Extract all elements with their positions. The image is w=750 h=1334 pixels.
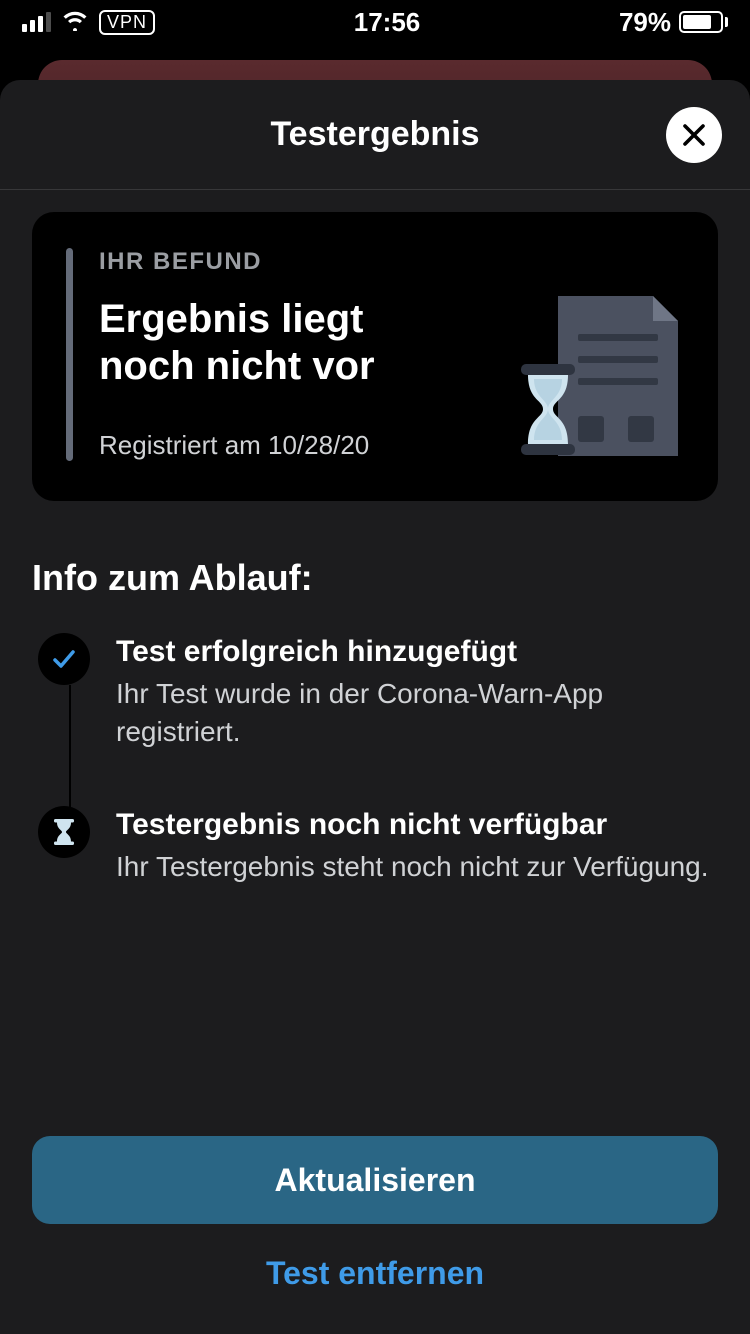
sheet-title: Testergebnis: [270, 115, 479, 154]
status-time: 17:56: [354, 7, 421, 38]
battery-percent: 79%: [619, 7, 671, 38]
step-item: Testergebnis noch nicht verfügbar Ihr Te…: [38, 806, 718, 905]
wifi-icon: [61, 7, 89, 38]
status-accent-bar: [66, 248, 73, 461]
hourglass-icon: [52, 818, 76, 846]
battery-icon: [679, 11, 728, 33]
status-headline: Ergebnis liegt noch nicht vor: [99, 296, 459, 390]
status-registered-date: Registriert am 10/28/20: [99, 430, 492, 461]
step-item: Test erfolgreich hinzugefügt Ihr Test wu…: [38, 633, 718, 806]
step-connector: [69, 685, 71, 810]
cellular-icon: [22, 12, 51, 32]
close-icon: [681, 122, 707, 148]
step-bullet: [38, 806, 90, 858]
step-body: Ihr Testergebnis steht noch nicht zur Ve…: [116, 848, 709, 886]
sheet-footer: Aktualisieren Test entfernen: [0, 1122, 750, 1334]
check-icon: [50, 645, 78, 673]
step-body: Ihr Test wurde in der Corona-Warn-App re…: [116, 675, 718, 751]
steps-list: Test erfolgreich hinzugefügt Ihr Test wu…: [32, 633, 718, 905]
vpn-badge: VPN: [99, 10, 155, 35]
status-eyebrow: IHR BEFUND: [99, 248, 492, 276]
status-bar: VPN 17:56 79%: [0, 0, 750, 44]
result-status-card: IHR BEFUND Ergebnis liegt noch nicht vor…: [32, 212, 718, 501]
sheet-header: Testergebnis: [0, 80, 750, 190]
sheet-body: IHR BEFUND Ergebnis liegt noch nicht vor…: [0, 190, 750, 1122]
step-bullet: [38, 633, 90, 685]
refresh-button[interactable]: Aktualisieren: [32, 1136, 718, 1224]
step-title: Testergebnis noch nicht verfügbar: [116, 806, 709, 844]
step-title: Test erfolgreich hinzugefügt: [116, 633, 718, 671]
document-hourglass-illustration: [518, 286, 688, 461]
section-title-info: Info zum Ablauf:: [32, 557, 718, 599]
modal-sheet: Testergebnis IHR BEFUND Ergebnis liegt n…: [0, 80, 750, 1334]
remove-test-button[interactable]: Test entfernen: [32, 1234, 718, 1312]
close-button[interactable]: [666, 107, 722, 163]
